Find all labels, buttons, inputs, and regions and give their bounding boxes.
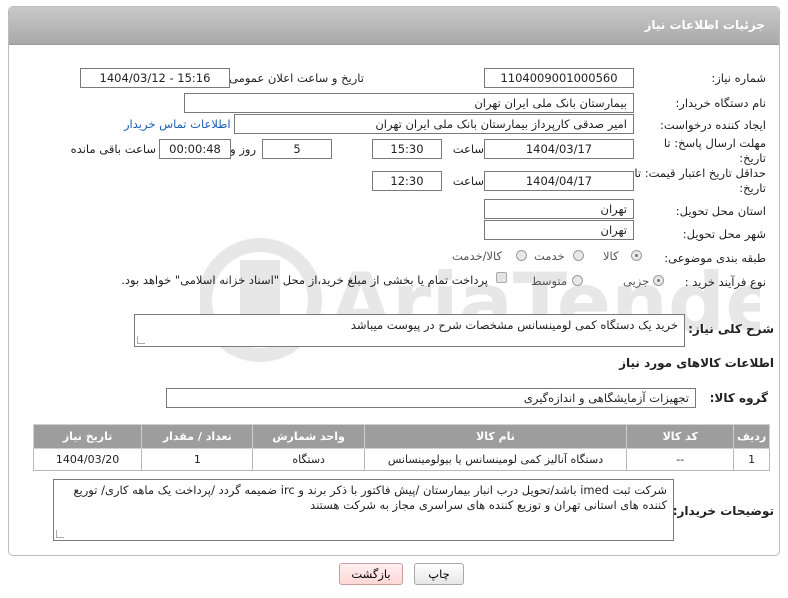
- col-header-date: تاریخ نیاز: [32, 424, 143, 449]
- cell-date: 1404/03/20: [32, 448, 143, 471]
- days-label: روز و: [230, 142, 256, 156]
- goods-group-field: تجهیزات آزمایشگاهی و اندازه‌گیری: [166, 388, 696, 408]
- treasury-payment-note: پرداخت تمام یا بخشی از مبلغ خرید،از محل …: [121, 273, 488, 287]
- validity-date-field: 1404/04/17: [484, 171, 634, 191]
- announce-datetime-field: 1404/03/12 - 15:16: [80, 68, 230, 88]
- description-text: خرید یک دستگاه کمی لومینسانس مشخصات شرح …: [350, 318, 678, 332]
- print-button[interactable]: چاپ: [414, 563, 464, 585]
- deadline-date-field: 1404/03/17: [484, 139, 634, 159]
- cell-quantity: 1: [141, 448, 254, 471]
- resize-grip-icon[interactable]: [137, 336, 145, 344]
- validity-time-label: ساعت: [452, 174, 484, 188]
- city-field: تهران: [484, 220, 634, 240]
- validity-time-field: 12:30: [372, 171, 442, 191]
- cell-name: دستگاه آنالیز کمی لومینسانس یا بیولومینس…: [363, 448, 628, 471]
- goods-info-title: اطلاعات کالاهای مورد نیاز: [619, 356, 774, 370]
- description-label: شرح کلی نیاز:: [688, 322, 774, 336]
- buyer-notes-textarea[interactable]: شرکت ثبت imed باشد/تحویل درب انبار بیمار…: [53, 479, 674, 541]
- buyer-org-field: بیمارستان بانک ملی ایران تهران: [184, 93, 634, 113]
- category-radio-goods[interactable]: [631, 250, 642, 261]
- process-option-minor: جزیی: [623, 274, 650, 288]
- city-label: شهر محل تحویل:: [682, 227, 766, 241]
- buyer-notes-label: توضیحات خریدار:: [672, 504, 774, 518]
- buyer-contact-link[interactable]: اطلاعات تماس خریدار: [124, 117, 231, 131]
- col-header-code: کد کالا: [626, 424, 735, 449]
- panel-title: جزئیات اطلاعات نیاز: [644, 18, 765, 32]
- creator-label: ایجاد کننده درخواست:: [660, 118, 766, 132]
- table-header-row: ردیف کد کالا نام کالا واحد شمارش تعداد /…: [32, 424, 770, 449]
- province-field: تهران: [484, 199, 634, 219]
- col-header-row-number: ردیف: [733, 424, 770, 449]
- col-header-unit: واحد شمارش: [252, 424, 365, 449]
- cell-unit: دستگاه: [252, 448, 365, 471]
- table-row: 1 -- دستگاه آنالیز کمی لومینسانس یا بیول…: [32, 448, 770, 471]
- description-textarea[interactable]: خرید یک دستگاه کمی لومینسانس مشخصات شرح …: [134, 314, 685, 347]
- validity-label: حداقل تاریخ اعتبار قیمت: تا تاریخ:: [634, 166, 766, 195]
- goods-group-label: گروه کالا:: [709, 391, 768, 405]
- process-radio-medium[interactable]: [572, 275, 583, 286]
- deadline-time-field: 15:30: [372, 139, 442, 159]
- category-radio-both[interactable]: [516, 250, 527, 261]
- category-option-service: خدمت: [534, 249, 565, 263]
- need-number-label: شماره نیاز:: [711, 71, 766, 85]
- creator-field: امیر صدقی کارپرداز بیمارستان بانک ملی ای…: [234, 114, 634, 134]
- need-number-field: 1104009001000560: [484, 68, 634, 88]
- category-label: طبقه بندی موضوعی:: [664, 251, 766, 265]
- back-button[interactable]: بازگشت: [339, 563, 403, 585]
- resize-grip-icon[interactable]: [56, 530, 64, 538]
- province-label: استان محل تحویل:: [675, 204, 766, 218]
- remaining-time-field: 00:00:48: [159, 139, 231, 159]
- panel-header: جزئیات اطلاعات نیاز: [9, 7, 779, 45]
- cell-code: --: [626, 448, 735, 471]
- deadline-label: مهلت ارسال پاسخ: تا تاریخ:: [663, 136, 766, 165]
- days-field: 5: [262, 139, 332, 159]
- category-option-goods: کالا: [603, 249, 619, 263]
- buyer-org-label: نام دستگاه خریدار:: [675, 96, 766, 110]
- process-radio-minor[interactable]: [653, 275, 664, 286]
- buyer-notes-text: شرکت ثبت imed باشد/تحویل درب انبار بیمار…: [73, 483, 667, 512]
- treasury-payment-checkbox[interactable]: [496, 272, 507, 283]
- process-label: نوع فرآیند خرید :: [684, 275, 766, 289]
- category-option-both: کالا/خدمت: [452, 249, 503, 263]
- announce-label: تاریخ و ساعت اعلان عمومی:: [225, 71, 364, 85]
- category-radio-service[interactable]: [573, 250, 584, 261]
- remaining-label: ساعت باقی مانده: [70, 142, 156, 156]
- items-table: ردیف کد کالا نام کالا واحد شمارش تعداد /…: [32, 424, 770, 471]
- process-option-medium: متوسط: [531, 274, 568, 288]
- col-header-name: نام کالا: [363, 424, 628, 449]
- col-header-quantity: تعداد / مقدار: [141, 424, 254, 449]
- cell-row-number: 1: [733, 448, 770, 471]
- deadline-time-label: ساعت: [452, 142, 484, 156]
